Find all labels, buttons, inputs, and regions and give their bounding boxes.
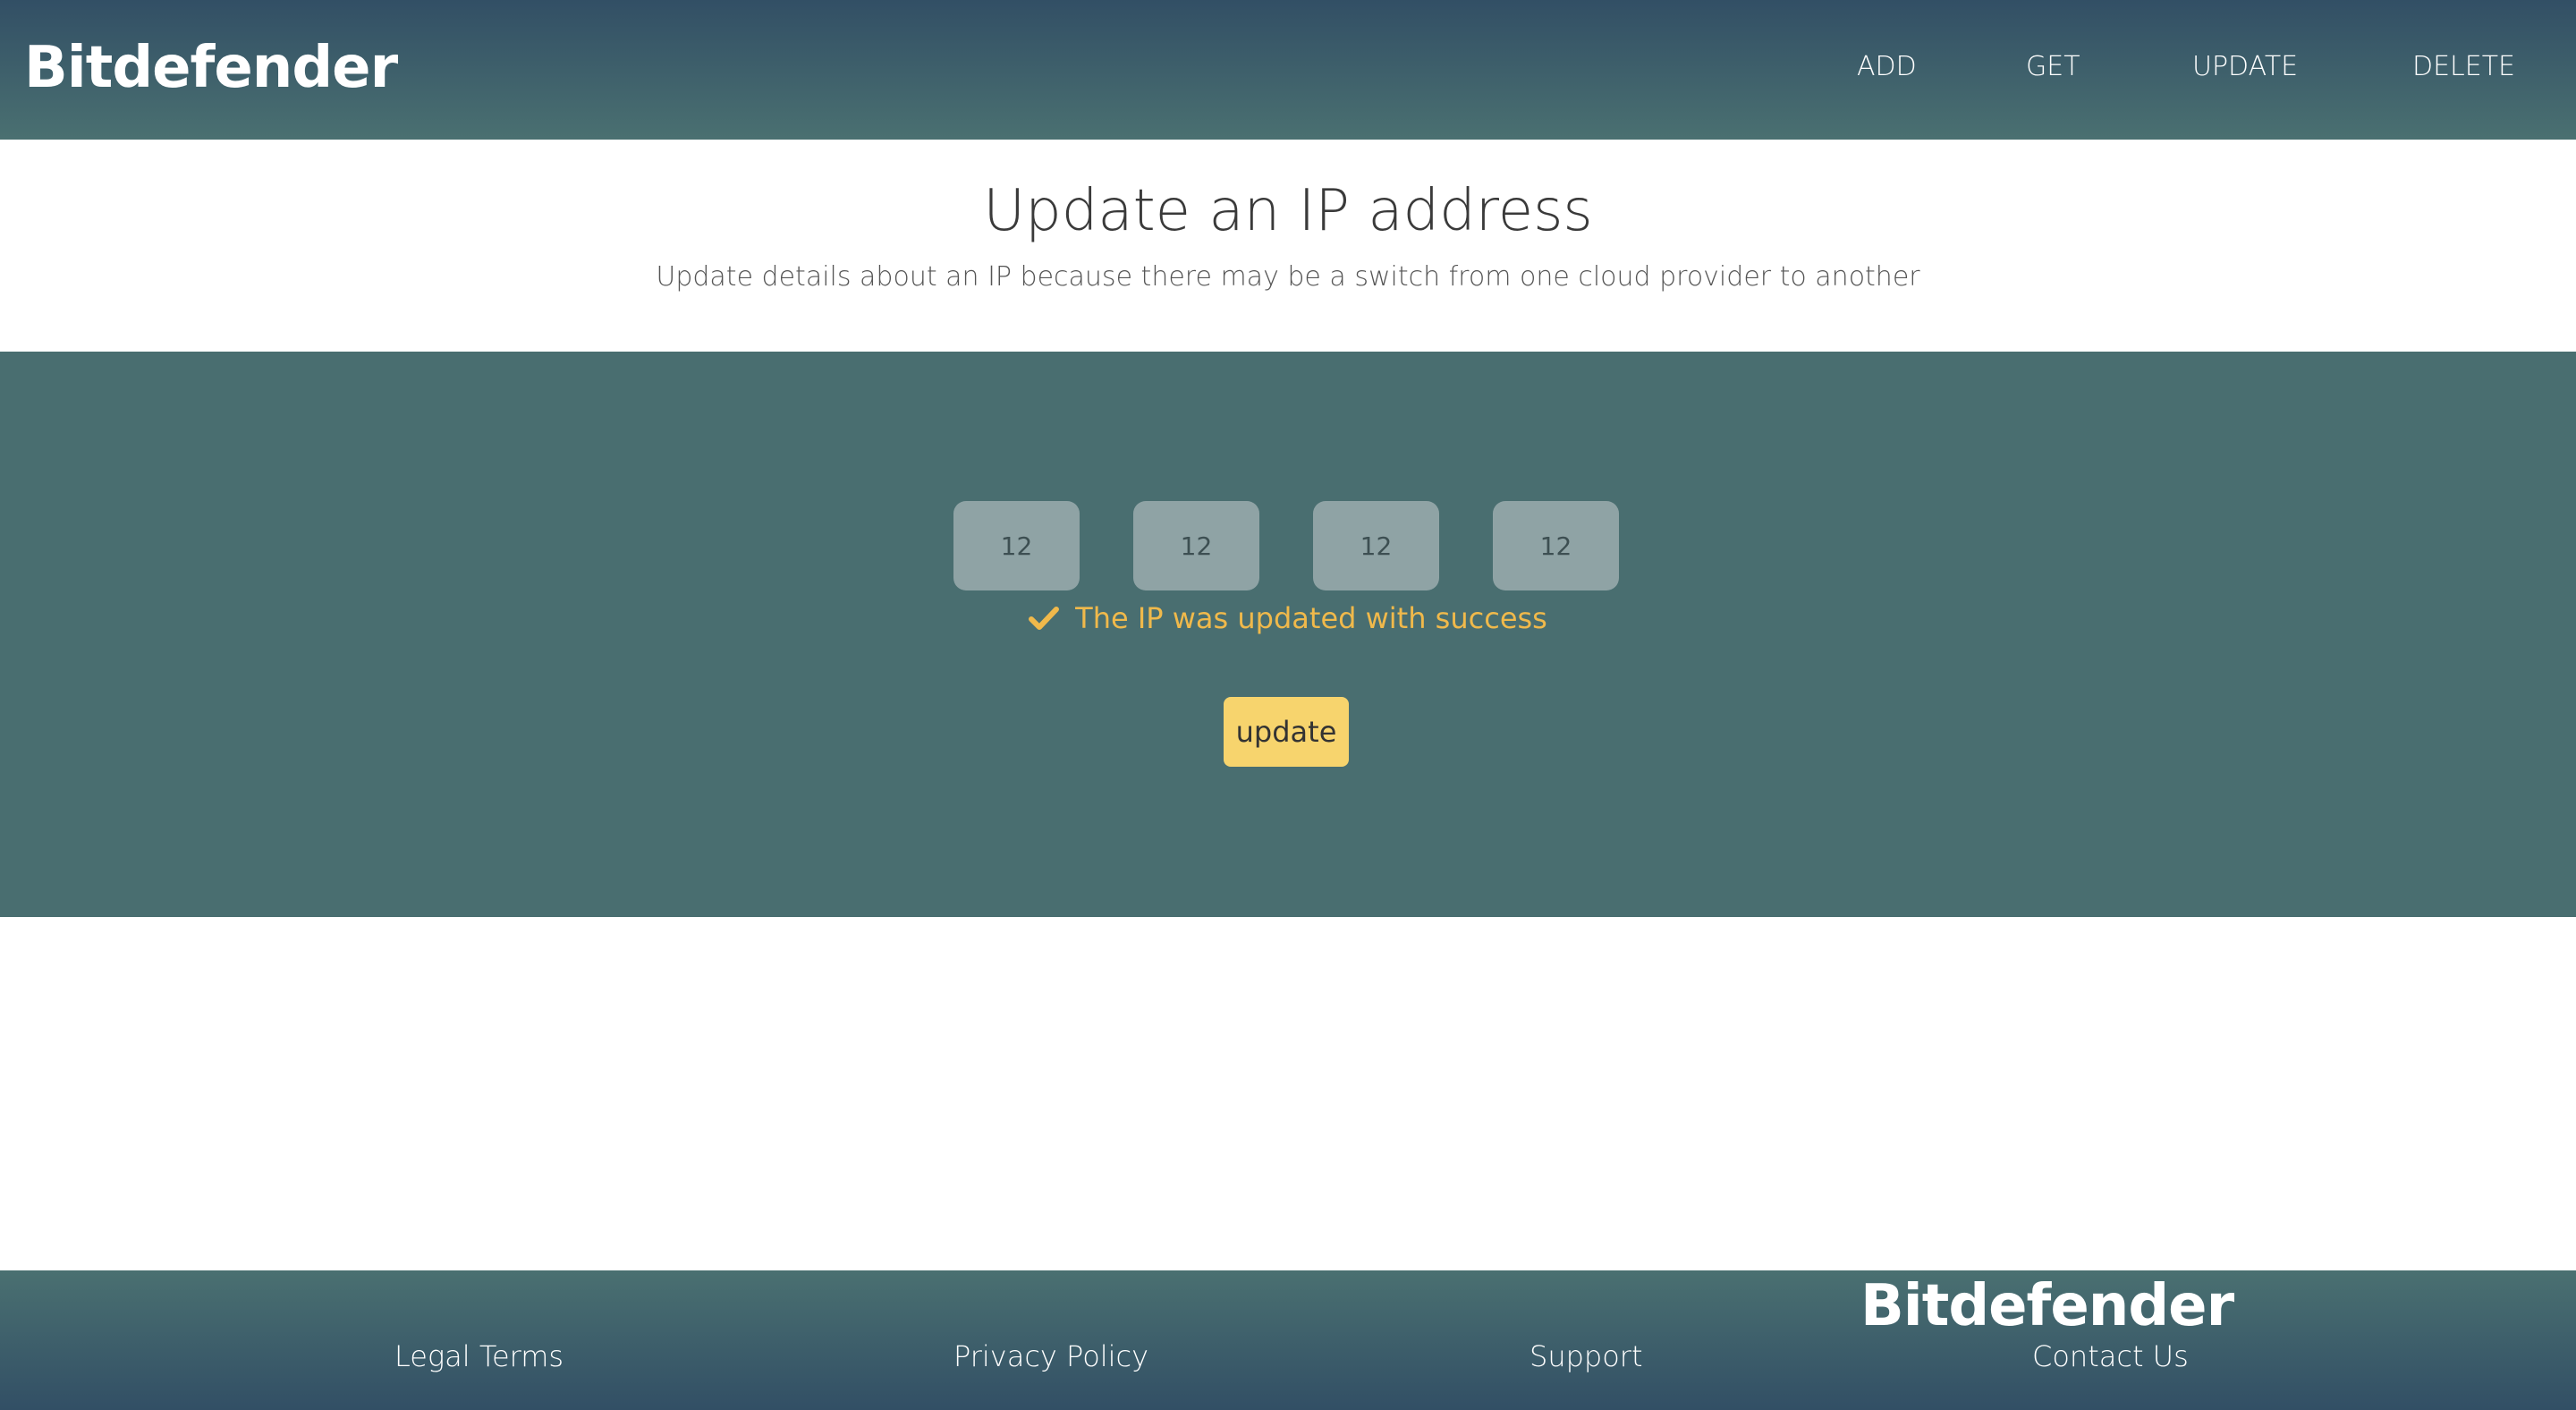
update-button[interactable]: update	[1224, 697, 1349, 767]
footer-support-link[interactable]: Support	[1530, 1338, 1643, 1374]
ip-octet-1-input[interactable]	[953, 501, 1080, 590]
footer-brand-logo: Bitdefender	[1860, 1273, 2234, 1339]
success-message: The IP was updated with success	[0, 599, 2576, 638]
nav-add[interactable]: ADD	[1857, 49, 1917, 85]
page-title: Update an IP address	[983, 178, 1593, 244]
page-intro: Update an IP address Update details abou…	[0, 140, 2576, 352]
ip-octet-3-input[interactable]	[1313, 501, 1439, 590]
nav-update[interactable]: UPDATE	[2192, 49, 2298, 85]
ip-octet-4-input[interactable]	[1493, 501, 1619, 590]
footer: Bitdefender Legal Terms Privacy Policy S…	[0, 1270, 2576, 1410]
footer-contact-us-link[interactable]: Contact Us	[2032, 1338, 2189, 1374]
update-ip-panel: The IP was updated with success update	[0, 352, 2576, 917]
ip-octet-2-input[interactable]	[1133, 501, 1259, 590]
nav-get[interactable]: GET	[2026, 49, 2080, 85]
top-header: Bitdefender ADD GET UPDATE DELETE	[0, 0, 2576, 140]
page-subtitle: Update details about an IP because there…	[656, 261, 1920, 293]
nav-delete[interactable]: DELETE	[2412, 49, 2515, 85]
check-icon	[1029, 607, 1060, 630]
footer-legal-terms-link[interactable]: Legal Terms	[394, 1338, 564, 1374]
success-message-text: The IP was updated with success	[1075, 601, 1547, 635]
brand-logo[interactable]: Bitdefender	[24, 32, 398, 104]
footer-privacy-policy-link[interactable]: Privacy Policy	[953, 1338, 1148, 1374]
